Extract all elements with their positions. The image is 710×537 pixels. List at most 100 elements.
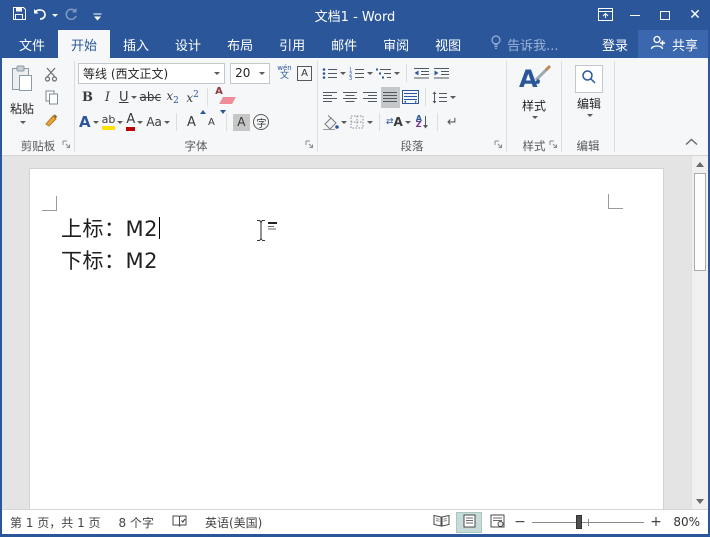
clipboard-dialog-launcher[interactable] xyxy=(62,134,71,153)
share-button[interactable]: 共享 xyxy=(638,30,710,58)
underline-dropdown-arrow[interactable] xyxy=(131,96,137,99)
document-line-1[interactable]: 上标：M2 xyxy=(61,213,160,243)
paste-button[interactable]: 粘贴 xyxy=(5,61,39,137)
asian-layout-button[interactable]: ⇄A xyxy=(385,112,412,133)
decrease-indent-button[interactable] xyxy=(412,63,431,84)
align-center-button[interactable] xyxy=(341,87,360,108)
close-button[interactable]: ✕ xyxy=(680,0,710,30)
show-marks-button[interactable]: ↵ xyxy=(443,112,462,133)
styles-dialog-launcher[interactable] xyxy=(549,134,558,153)
numbering-dropdown-arrow[interactable] xyxy=(367,72,373,75)
tell-me-box[interactable]: 告诉我... xyxy=(480,30,568,58)
ribbon-display-options-button[interactable] xyxy=(590,0,620,30)
editing-dropdown-arrow[interactable] xyxy=(587,114,593,117)
undo-button[interactable] xyxy=(34,4,56,26)
bullets-dropdown-arrow[interactable] xyxy=(340,72,346,75)
sort-button[interactable]: AZ xyxy=(413,112,432,133)
justify-button[interactable] xyxy=(381,87,400,108)
distribute-button[interactable] xyxy=(401,87,420,108)
paragraph-dialog-launcher[interactable] xyxy=(494,134,503,153)
character-shading-button[interactable]: A xyxy=(232,112,251,133)
shading-dropdown-arrow[interactable] xyxy=(341,121,347,124)
format-painter-button[interactable] xyxy=(42,112,61,132)
copy-button[interactable] xyxy=(42,89,61,109)
tab-insert[interactable]: 插入 xyxy=(110,30,162,58)
read-mode-button[interactable] xyxy=(428,512,454,533)
asian-layout-dropdown-arrow[interactable] xyxy=(405,121,411,124)
zoom-level[interactable]: 80% xyxy=(666,515,700,529)
subscript-button[interactable]: x2 xyxy=(163,87,182,108)
font-color-dropdown-arrow[interactable] xyxy=(137,121,143,124)
sign-in-button[interactable]: 登录 xyxy=(592,30,638,58)
zoom-in-button[interactable]: + xyxy=(648,514,664,530)
tab-file[interactable]: 文件 xyxy=(6,30,58,58)
document-page[interactable]: 上标：M2 下标：M2 xyxy=(29,168,664,509)
undo-dropdown-arrow[interactable] xyxy=(52,14,58,17)
borders-dropdown-arrow[interactable] xyxy=(367,121,373,124)
align-left-button[interactable] xyxy=(321,87,340,108)
zoom-slider-thumb[interactable] xyxy=(576,515,582,529)
zoom-out-button[interactable]: − xyxy=(512,514,528,530)
proofing-status[interactable] xyxy=(172,514,187,531)
font-color-button[interactable]: A xyxy=(125,112,144,133)
multilevel-list-dropdown-arrow[interactable] xyxy=(394,72,400,75)
collapse-ribbon-button[interactable] xyxy=(685,131,698,150)
tab-mailings[interactable]: 邮件 xyxy=(318,30,370,58)
shading-button[interactable] xyxy=(321,112,348,133)
grow-font-button[interactable]: A xyxy=(182,112,201,133)
language-indicator[interactable]: 英语(美国) xyxy=(205,514,262,531)
save-button[interactable] xyxy=(8,4,30,26)
minimize-button[interactable] xyxy=(620,0,650,30)
phonetic-guide-button[interactable]: wén文 xyxy=(275,63,294,84)
borders-button[interactable] xyxy=(349,112,374,133)
font-name-combo[interactable]: 等线 (西文正文) xyxy=(78,63,225,84)
change-case-button[interactable]: Aa xyxy=(145,112,171,133)
increase-indent-button[interactable] xyxy=(432,63,451,84)
strikethrough-button[interactable]: abc xyxy=(139,87,163,108)
vertical-scrollbar[interactable] xyxy=(691,156,708,509)
tab-view[interactable]: 视图 xyxy=(422,30,474,58)
page-indicator[interactable]: 第 1 页，共 1 页 xyxy=(10,514,101,531)
tab-layout[interactable]: 布局 xyxy=(214,30,266,58)
underline-button[interactable]: U xyxy=(118,87,138,108)
tab-review[interactable]: 审阅 xyxy=(370,30,422,58)
highlight-button[interactable]: ab xyxy=(101,112,125,133)
character-border-button[interactable]: A xyxy=(295,63,314,84)
bold-button[interactable]: B xyxy=(78,87,97,108)
superscript-button[interactable]: x2 xyxy=(183,87,202,108)
maximize-button[interactable] xyxy=(650,0,680,30)
clear-formatting-button[interactable]: A xyxy=(213,87,235,108)
styles-dropdown-arrow[interactable] xyxy=(532,116,538,119)
cut-button[interactable] xyxy=(42,66,61,86)
document-line-2[interactable]: 下标：M2 xyxy=(61,245,158,275)
bullets-button[interactable] xyxy=(321,63,347,84)
multilevel-list-button[interactable] xyxy=(375,63,401,84)
paste-dropdown-arrow[interactable] xyxy=(20,121,26,124)
shrink-font-button[interactable]: A xyxy=(202,112,221,133)
tab-design[interactable]: 设计 xyxy=(162,30,214,58)
font-dialog-launcher[interactable] xyxy=(305,134,314,153)
customize-qat-button[interactable] xyxy=(86,4,108,26)
italic-button[interactable]: I xyxy=(98,87,117,108)
editing-button[interactable]: 编辑 xyxy=(565,61,613,137)
align-right-button[interactable] xyxy=(361,87,380,108)
line-spacing-dropdown-arrow[interactable] xyxy=(450,96,456,99)
text-effects-dropdown-arrow[interactable] xyxy=(93,121,99,124)
scroll-up-button[interactable] xyxy=(692,156,708,172)
scrollbar-thumb[interactable] xyxy=(694,173,706,271)
print-layout-button[interactable] xyxy=(456,512,482,533)
zoom-slider[interactable] xyxy=(532,515,644,529)
enclose-characters-button[interactable]: 字 xyxy=(252,112,271,133)
styles-button[interactable]: A 样式 xyxy=(510,61,558,137)
tab-home[interactable]: 开始 xyxy=(58,30,110,58)
numbering-button[interactable]: 123 xyxy=(348,63,374,84)
web-layout-button[interactable] xyxy=(484,512,510,533)
change-case-dropdown-arrow[interactable] xyxy=(164,121,170,124)
scroll-down-button[interactable] xyxy=(692,493,708,509)
line-spacing-button[interactable] xyxy=(431,87,457,108)
font-size-combo[interactable]: 20 xyxy=(230,63,270,84)
highlight-dropdown-arrow[interactable] xyxy=(117,121,123,124)
tab-references[interactable]: 引用 xyxy=(266,30,318,58)
text-effects-button[interactable]: A xyxy=(78,112,100,133)
word-count[interactable]: 8 个字 xyxy=(119,514,154,531)
